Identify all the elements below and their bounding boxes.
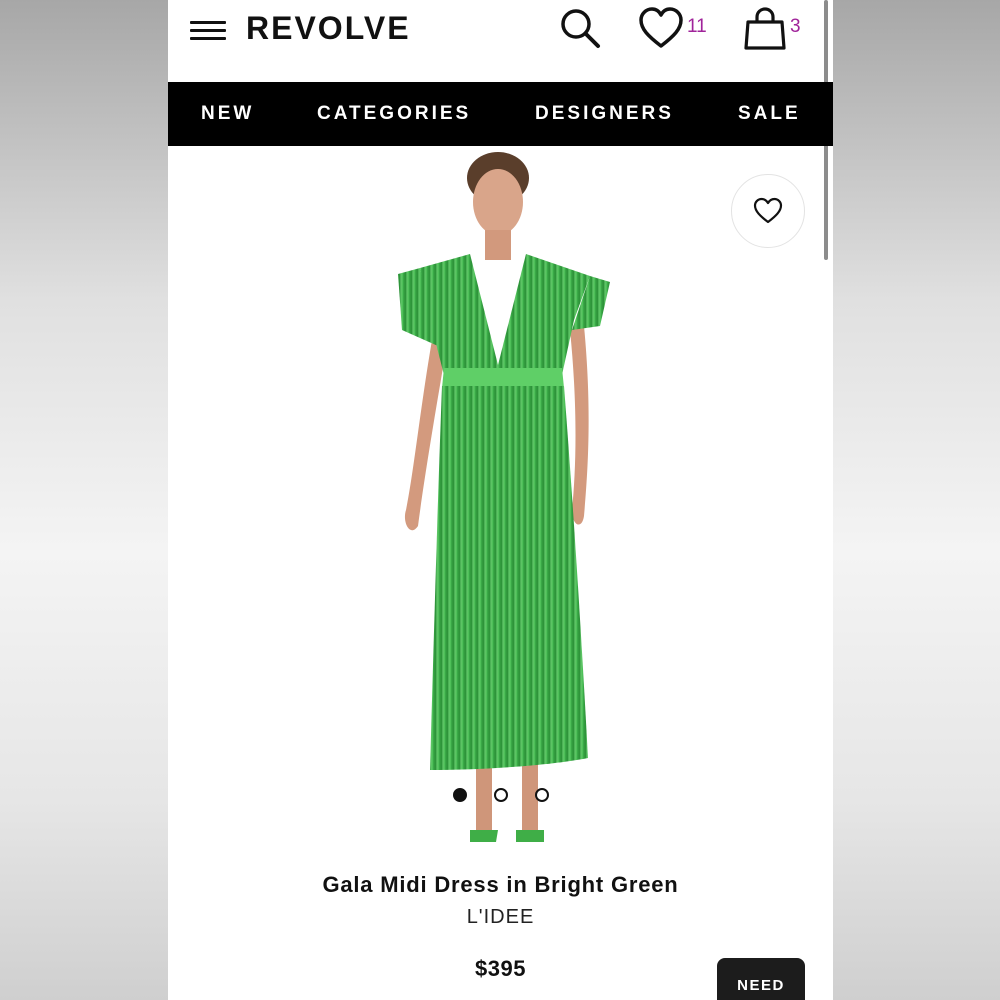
carousel-dot-2[interactable] bbox=[494, 788, 508, 802]
shopping-bag-icon[interactable] bbox=[742, 6, 788, 52]
wishlist-heart-icon[interactable] bbox=[638, 6, 684, 50]
product-title: Gala Midi Dress in Bright Green bbox=[322, 872, 679, 897]
nav-item-sale[interactable]: SALE bbox=[738, 103, 801, 125]
product-image[interactable] bbox=[358, 150, 618, 860]
nav-item-new[interactable]: NEW bbox=[201, 103, 254, 125]
category-nav-bar: NEW CATEGORIES DESIGNERS SALE bbox=[168, 82, 833, 146]
phone-screen: REVOLVE 11 3 NEW CATEGORIES DESIGNERS SA… bbox=[168, 0, 833, 1000]
wishlist-count-badge: 11 bbox=[687, 16, 707, 37]
bag-count-badge: 3 bbox=[790, 16, 801, 37]
background-left-blur bbox=[0, 0, 168, 1000]
product-brand[interactable]: L'IDEE bbox=[168, 906, 833, 929]
nav-item-categories[interactable]: CATEGORIES bbox=[317, 103, 471, 125]
carousel-dot-1[interactable] bbox=[453, 788, 467, 802]
heart-outline-icon bbox=[753, 197, 783, 224]
nav-item-designers[interactable]: DESIGNERS bbox=[535, 103, 674, 125]
search-icon[interactable] bbox=[558, 6, 602, 50]
site-header: REVOLVE 11 3 bbox=[168, 0, 833, 82]
hamburger-menu-icon[interactable] bbox=[190, 18, 226, 44]
favorite-button[interactable] bbox=[731, 174, 805, 248]
site-logo[interactable]: REVOLVE bbox=[246, 10, 411, 47]
need-it-button[interactable]: NEED bbox=[717, 958, 805, 1000]
background-right-blur bbox=[833, 0, 1000, 1000]
carousel-dot-3[interactable] bbox=[535, 788, 549, 802]
